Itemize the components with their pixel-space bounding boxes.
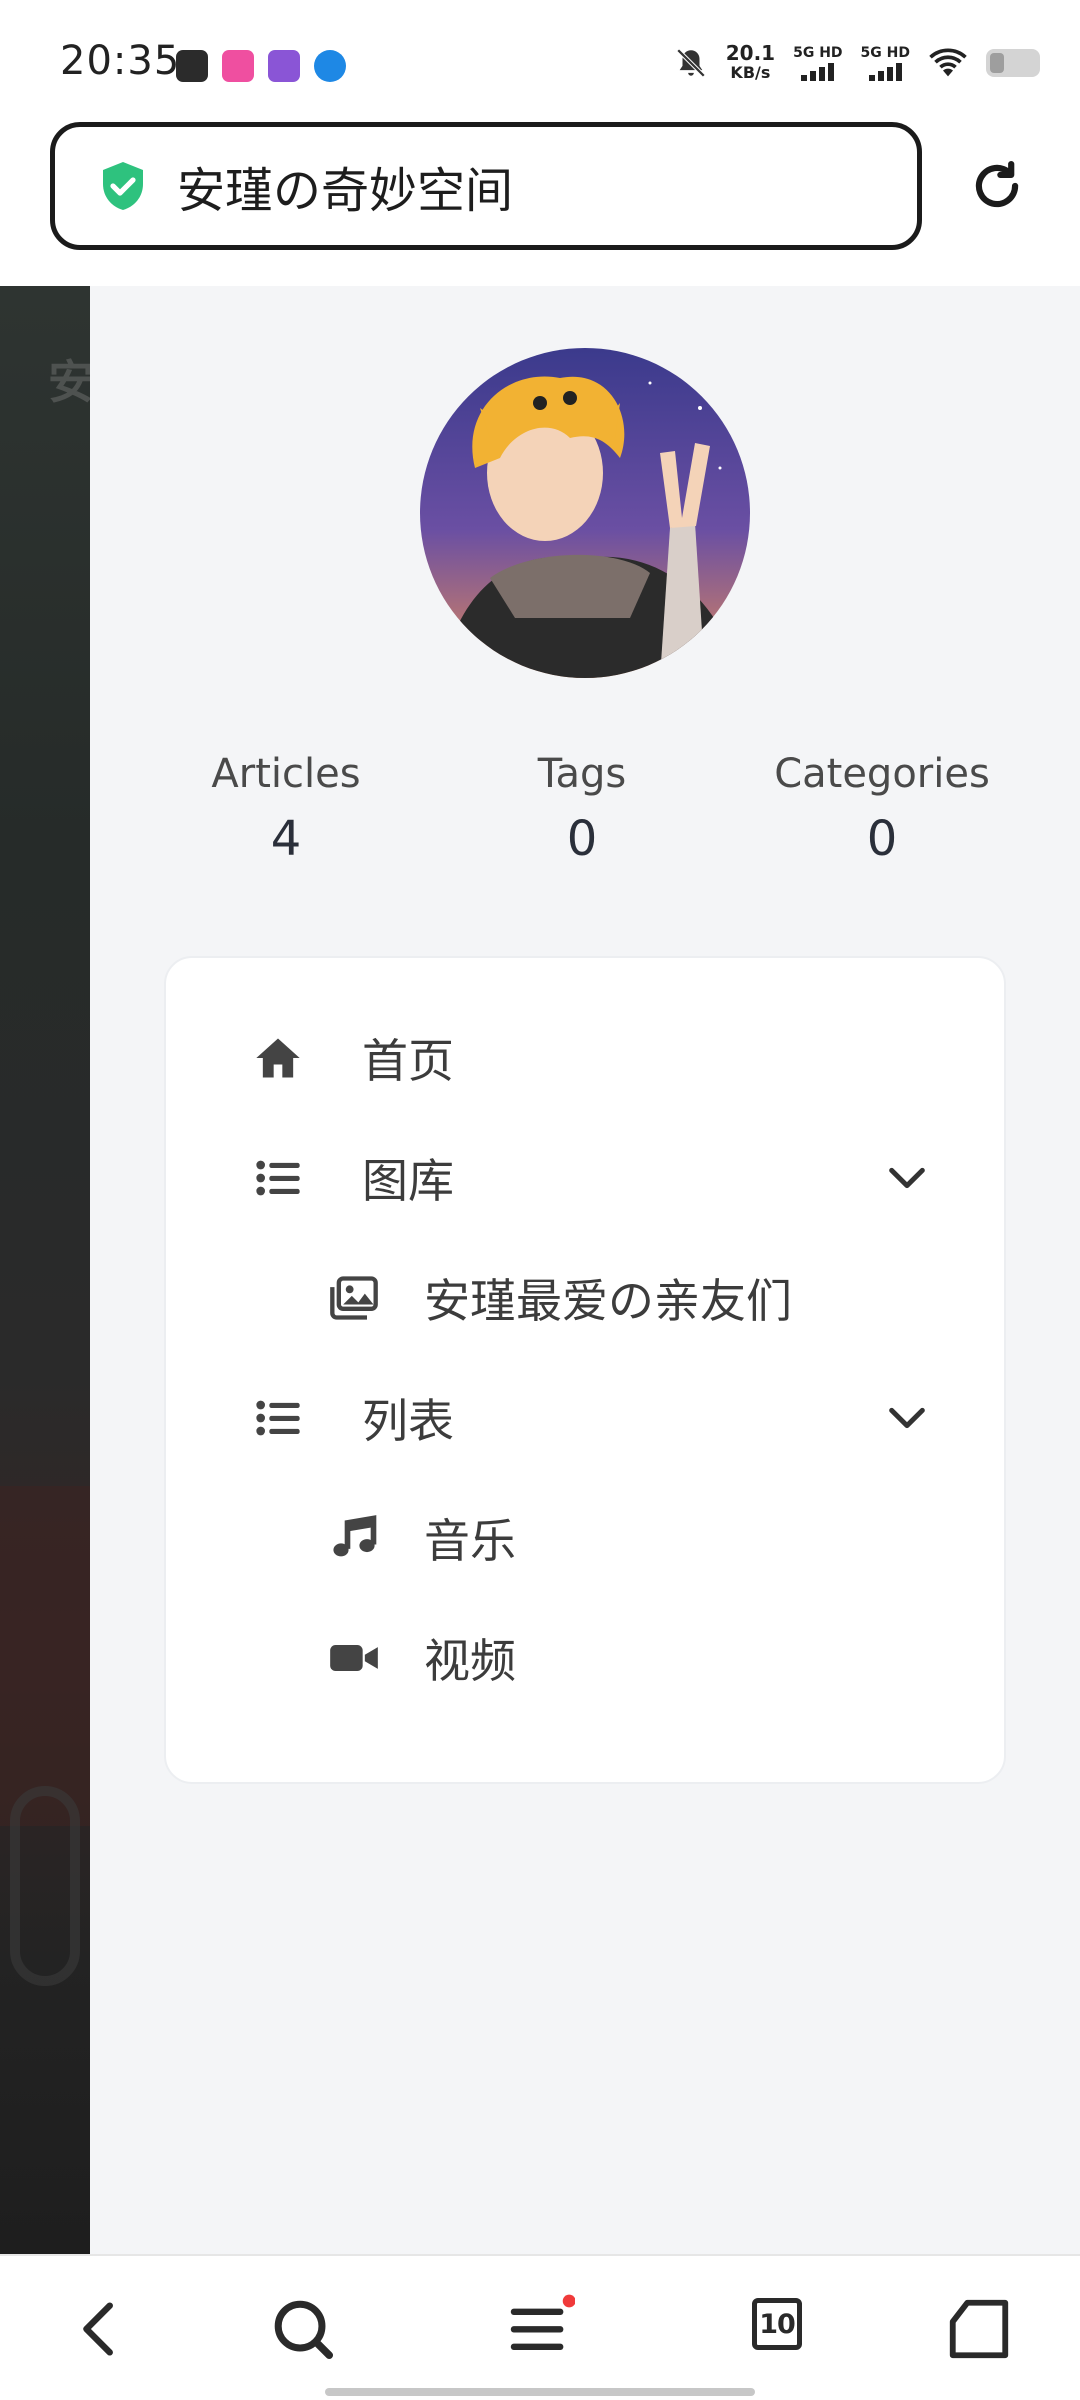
stat-label: Tags xyxy=(537,751,627,797)
sim1-signal: 5G HD xyxy=(793,44,843,81)
submenu-item-video[interactable]: 视频 xyxy=(166,1608,1008,1708)
stat-value: 4 xyxy=(270,811,302,867)
menu-item-label: 音乐 xyxy=(424,1514,516,1568)
avatar-illustration xyxy=(420,348,750,678)
network-speed-value: 20.1 xyxy=(725,41,776,65)
page-overlay[interactable]: 安 xyxy=(0,286,94,2254)
sim1-label: 5G HD xyxy=(793,44,843,61)
background-image-fragment xyxy=(0,1486,90,1826)
background-image-fragment xyxy=(10,1786,80,1986)
page-title: 安瑾の奇妙空间 xyxy=(177,163,514,219)
menu-item-home[interactable]: 首页 xyxy=(166,1008,1008,1108)
stat-tags[interactable]: Tags 0 xyxy=(432,751,732,867)
status-bar: 20:35 20.1 KB/s 5G HD 5G HD xyxy=(0,0,1080,120)
list-icon xyxy=(256,1400,300,1436)
video-icon xyxy=(330,1645,378,1671)
menu-icon[interactable] xyxy=(505,2294,575,2364)
stat-categories[interactable]: Categories 0 xyxy=(732,751,1032,867)
home-icon xyxy=(256,1038,300,1078)
sidebar-panel: Articles 4 Tags 0 Categories 0 首页 图库 安瑾最… xyxy=(90,286,1080,2254)
list-icon xyxy=(256,1160,300,1196)
menu-item-gallery[interactable]: 图库 xyxy=(166,1128,1008,1228)
sim2-label: 5G HD xyxy=(860,44,910,61)
menu-item-label: 图库 xyxy=(362,1154,454,1208)
menu-item-label: 视频 xyxy=(424,1634,516,1688)
stat-value: 0 xyxy=(566,811,598,867)
background-page-text: 安 xyxy=(48,355,94,409)
stat-value: 0 xyxy=(866,811,898,867)
app-notification-icon xyxy=(222,50,254,82)
address-bar[interactable]: 安瑾の奇妙空间 xyxy=(50,122,922,250)
app-notification-icon xyxy=(268,50,300,82)
menu-card: 首页 图库 安瑾最爱の亲友们 列表 音乐 视频 xyxy=(164,956,1006,1784)
gesture-bar xyxy=(325,2388,755,2396)
shield-check-icon xyxy=(103,162,143,210)
network-speed: 20.1 KB/s xyxy=(725,41,776,82)
signal-bars-icon xyxy=(793,62,842,81)
submenu-item-music[interactable]: 音乐 xyxy=(166,1488,1008,1588)
tabs-count-button[interactable]: 10 xyxy=(752,2298,802,2350)
status-indicators: 20.1 KB/s 5G HD 5G HD xyxy=(674,41,1040,82)
menu-item-label: 安瑾最爱の亲友们 xyxy=(424,1274,792,1328)
reload-icon[interactable] xyxy=(966,155,1028,217)
search-icon[interactable] xyxy=(268,2294,338,2364)
submenu-item-friends[interactable]: 安瑾最爱の亲友们 xyxy=(166,1248,1008,1348)
back-icon[interactable] xyxy=(66,2294,136,2364)
music-icon xyxy=(333,1515,377,1557)
notification-app-icons xyxy=(176,50,346,82)
mute-bell-icon xyxy=(676,48,705,78)
app-notification-icon xyxy=(314,50,346,82)
network-speed-unit: KB/s xyxy=(730,63,771,82)
stat-label: Articles xyxy=(211,751,361,797)
menu-item-list[interactable]: 列表 xyxy=(166,1368,1008,1468)
app-notification-icon xyxy=(176,50,208,82)
wifi-icon xyxy=(929,48,967,77)
menu-item-label: 列表 xyxy=(362,1394,454,1448)
bottom-navigation xyxy=(0,2256,1080,2400)
status-time: 20:35 xyxy=(60,38,181,84)
chevron-down-icon[interactable] xyxy=(884,1155,930,1201)
images-icon xyxy=(330,1276,378,1320)
sim2-signal: 5G HD xyxy=(861,46,910,81)
avatar[interactable] xyxy=(420,348,750,678)
signal-bars-icon xyxy=(861,62,910,81)
stat-articles[interactable]: Articles 4 xyxy=(136,751,436,867)
menu-item-label: 首页 xyxy=(362,1034,454,1088)
battery-icon xyxy=(986,49,1040,77)
home-icon[interactable] xyxy=(944,2294,1014,2364)
stat-label: Categories xyxy=(774,751,990,797)
chevron-down-icon[interactable] xyxy=(884,1395,930,1441)
